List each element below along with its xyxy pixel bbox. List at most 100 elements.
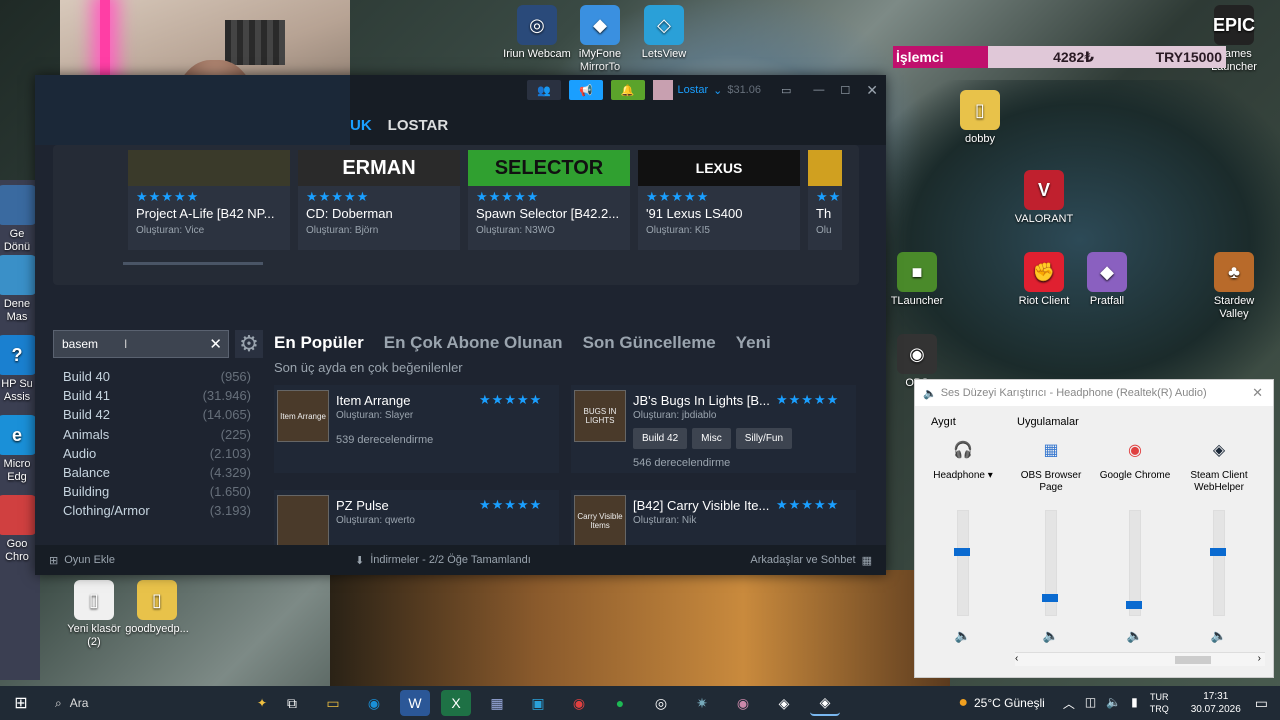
filter-label: Building [63, 484, 110, 500]
spotify-icon[interactable]: ● [605, 690, 635, 716]
filter-item[interactable]: Balance (4.329) [53, 463, 263, 482]
chevron-up-icon[interactable]: ︿ [1063, 695, 1075, 712]
filter-item[interactable]: Build 42 (14.065) [53, 405, 263, 424]
steam-icon[interactable]: ◈ [810, 690, 840, 716]
scroll-right-icon[interactable]: › [1258, 653, 1261, 664]
tag-chip[interactable]: Build 42 [633, 428, 688, 449]
mixer-close-button[interactable]: ✕ [1252, 385, 1263, 401]
tag-chip[interactable]: Misc [692, 428, 731, 449]
edge-icon[interactable]: ◉ [359, 690, 389, 716]
calculator-icon[interactable]: ▦ [482, 690, 512, 716]
filter-item[interactable]: Building (1.650) [53, 482, 263, 501]
battery-icon[interactable]: ▮ [1131, 695, 1138, 712]
volume-slider[interactable] [1042, 510, 1058, 616]
featured-card[interactable]: ★★ Th Olu [808, 150, 842, 250]
friends-chat-button[interactable]: Arkadaşlar ve Sohbet ▦ [750, 554, 872, 567]
chrome-icon[interactable]: ◉ [564, 690, 594, 716]
task-view-icon[interactable]: ⧉ [277, 690, 307, 716]
filter-item[interactable]: Build 40 (956) [53, 367, 263, 386]
channel-label[interactable]: Headphone ▾ [921, 470, 1005, 498]
file-explorer-icon[interactable]: ▭ [318, 690, 348, 716]
account-menu[interactable]: Lostar ⌄ $31.06 [652, 80, 761, 100]
filter-item[interactable]: Clothing/Armor (3.193) [53, 501, 263, 520]
featured-card[interactable]: ★★★★★ Project A-Life [B42 NP... Oluşturan:… [128, 150, 290, 250]
scroll-thumb[interactable] [1175, 656, 1211, 664]
workshop-item[interactable]: PZ Pulse Oluşturan: qwerto ★★★★★ [274, 490, 559, 545]
workshop-item[interactable]: Item Arrange Item Arrange Oluşturan: Slaye… [274, 385, 559, 473]
slider-knob[interactable] [954, 548, 970, 556]
desktop-icon-r1[interactable]: ▯ dobby [943, 90, 1017, 146]
nav-community[interactable]: UK [350, 117, 372, 134]
tab-1[interactable]: En Çok Abone Olunan [384, 333, 563, 353]
notifications-icon[interactable]: ▭ [1255, 695, 1268, 712]
friends-icon[interactable]: 👥 [527, 80, 562, 100]
store-icon[interactable]: ▣ [523, 690, 553, 716]
clock[interactable]: 17:31 30.07.2026 [1181, 690, 1251, 716]
mixer-scrollbar[interactable]: ‹ › [1015, 652, 1265, 666]
featured-card[interactable]: LEXUS ★★★★★ '91 Lexus LS400 Oluşturan: KI5 [638, 150, 800, 250]
volume-icon[interactable]: 🔈 [1106, 695, 1121, 712]
featured-card[interactable]: SELECTOR ★★★★★ Spawn Selector [B42.2... Olu… [468, 150, 630, 250]
announcement-icon[interactable]: 📢 [569, 80, 603, 100]
desktop-icon-r3-label: TLauncher [890, 295, 944, 307]
slider-knob[interactable] [1042, 594, 1058, 602]
volume-slider[interactable] [1126, 510, 1142, 616]
minimize-button[interactable]: — [813, 84, 824, 96]
shield-icon[interactable]: ◈ [769, 690, 799, 716]
weather-widget[interactable]: ● 25°C Güneşli [958, 694, 1045, 712]
nav-profile[interactable]: LOSTAR [388, 117, 449, 134]
filter-item[interactable]: Audio (2.103) [53, 444, 263, 463]
rating-stars: ★★★★★ [479, 497, 543, 512]
card-thumbnail [128, 150, 290, 186]
maximize-button[interactable]: ☐ [840, 84, 850, 97]
mute-speaker-icon[interactable]: 🔈 [1009, 628, 1093, 644]
clear-icon[interactable]: ✕ [209, 335, 222, 353]
app-icon[interactable]: ✷ [687, 690, 717, 716]
tag-chip[interactable]: Silly/Fun [735, 428, 793, 449]
desktop-icon-r6[interactable]: ♣ Stardew Valley [1197, 252, 1271, 321]
obs-icon[interactable]: ◎ [646, 690, 676, 716]
big-picture-icon[interactable]: ▭ [781, 84, 791, 97]
mute-speaker-icon[interactable]: 🔈 [1177, 628, 1261, 644]
slider-knob[interactable] [1210, 548, 1226, 556]
featured-card[interactable]: ERMAN ★★★★★ CD: Doberman Oluşturan: Björn [298, 150, 460, 250]
filter-item[interactable]: Build 41 (31.946) [53, 386, 263, 405]
mute-speaker-icon[interactable]: 🔈 [1093, 628, 1177, 644]
volume-slider[interactable] [1210, 510, 1226, 616]
close-button[interactable]: ✕ [866, 82, 878, 99]
downloads-button[interactable]: ⬇ İndirmeler - 2/2 Öğe Tamamlandı [355, 554, 531, 567]
scroll-left-icon[interactable]: ‹ [1015, 653, 1018, 664]
add-game-button[interactable]: ⊞ Oyun Ekle [49, 554, 115, 567]
search-input[interactable]: basem I ✕ [53, 330, 229, 358]
filter-item[interactable]: Animals (225) [53, 425, 263, 444]
excel-icon[interactable]: X [441, 690, 471, 716]
desktop-icon-2[interactable]: ◇ LetsView [627, 5, 701, 61]
tab-3[interactable]: Yeni [736, 333, 771, 353]
desktop-icon-r5[interactable]: ◆ Pratfall [1070, 252, 1144, 308]
word-icon[interactable]: W [400, 690, 430, 716]
gear-icon[interactable]: ⚙ [235, 330, 263, 358]
network-icon[interactable]: ◫ [1085, 695, 1096, 712]
start-button[interactable]: ⊞ [6, 690, 36, 716]
mute-speaker-icon[interactable]: 🔈 [921, 628, 1005, 644]
volume-slider[interactable] [954, 510, 970, 616]
steam-titlebar: 👥 📢 🔔 Lostar ⌄ $31.06 ▭ — ☐ ✕ [350, 75, 886, 105]
card-title: Spawn Selector [B42.2... [476, 206, 620, 221]
taskbar-search[interactable]: ⌕ Ara ✦ [47, 686, 277, 720]
item-author: Oluşturan: Nik [633, 515, 697, 526]
desktop-icon-1[interactable]: ◆ iMyFone MirrorTo [563, 5, 637, 74]
desktop-icon-r3[interactable]: ■ TLauncher [880, 252, 954, 308]
notification-bell-icon[interactable]: 🔔 [610, 80, 645, 100]
tab-0[interactable]: En Popüler [274, 333, 364, 353]
desktop-icon-b1[interactable]: ▯ goodbyedp... [120, 580, 194, 636]
desktop-icon-r2[interactable]: V VALORANT [1007, 170, 1081, 226]
workshop-item[interactable]: BUGS IN LIGHTS JB's Bugs In Lights [B... O… [571, 385, 856, 473]
slider-knob[interactable] [1126, 601, 1142, 609]
discord-icon[interactable]: ◉ [728, 690, 758, 716]
workshop-item[interactable]: Carry Visible Items [B42] Carry Visible I… [571, 490, 856, 545]
input-language[interactable]: TUR TRQ [1150, 691, 1169, 715]
carousel-scrollbar[interactable] [123, 262, 263, 265]
filter-count: (4.329) [209, 465, 251, 481]
system-tray[interactable]: ︿ ◫ 🔈 ▮ [1063, 695, 1138, 712]
tab-2[interactable]: Son Güncelleme [583, 333, 716, 353]
